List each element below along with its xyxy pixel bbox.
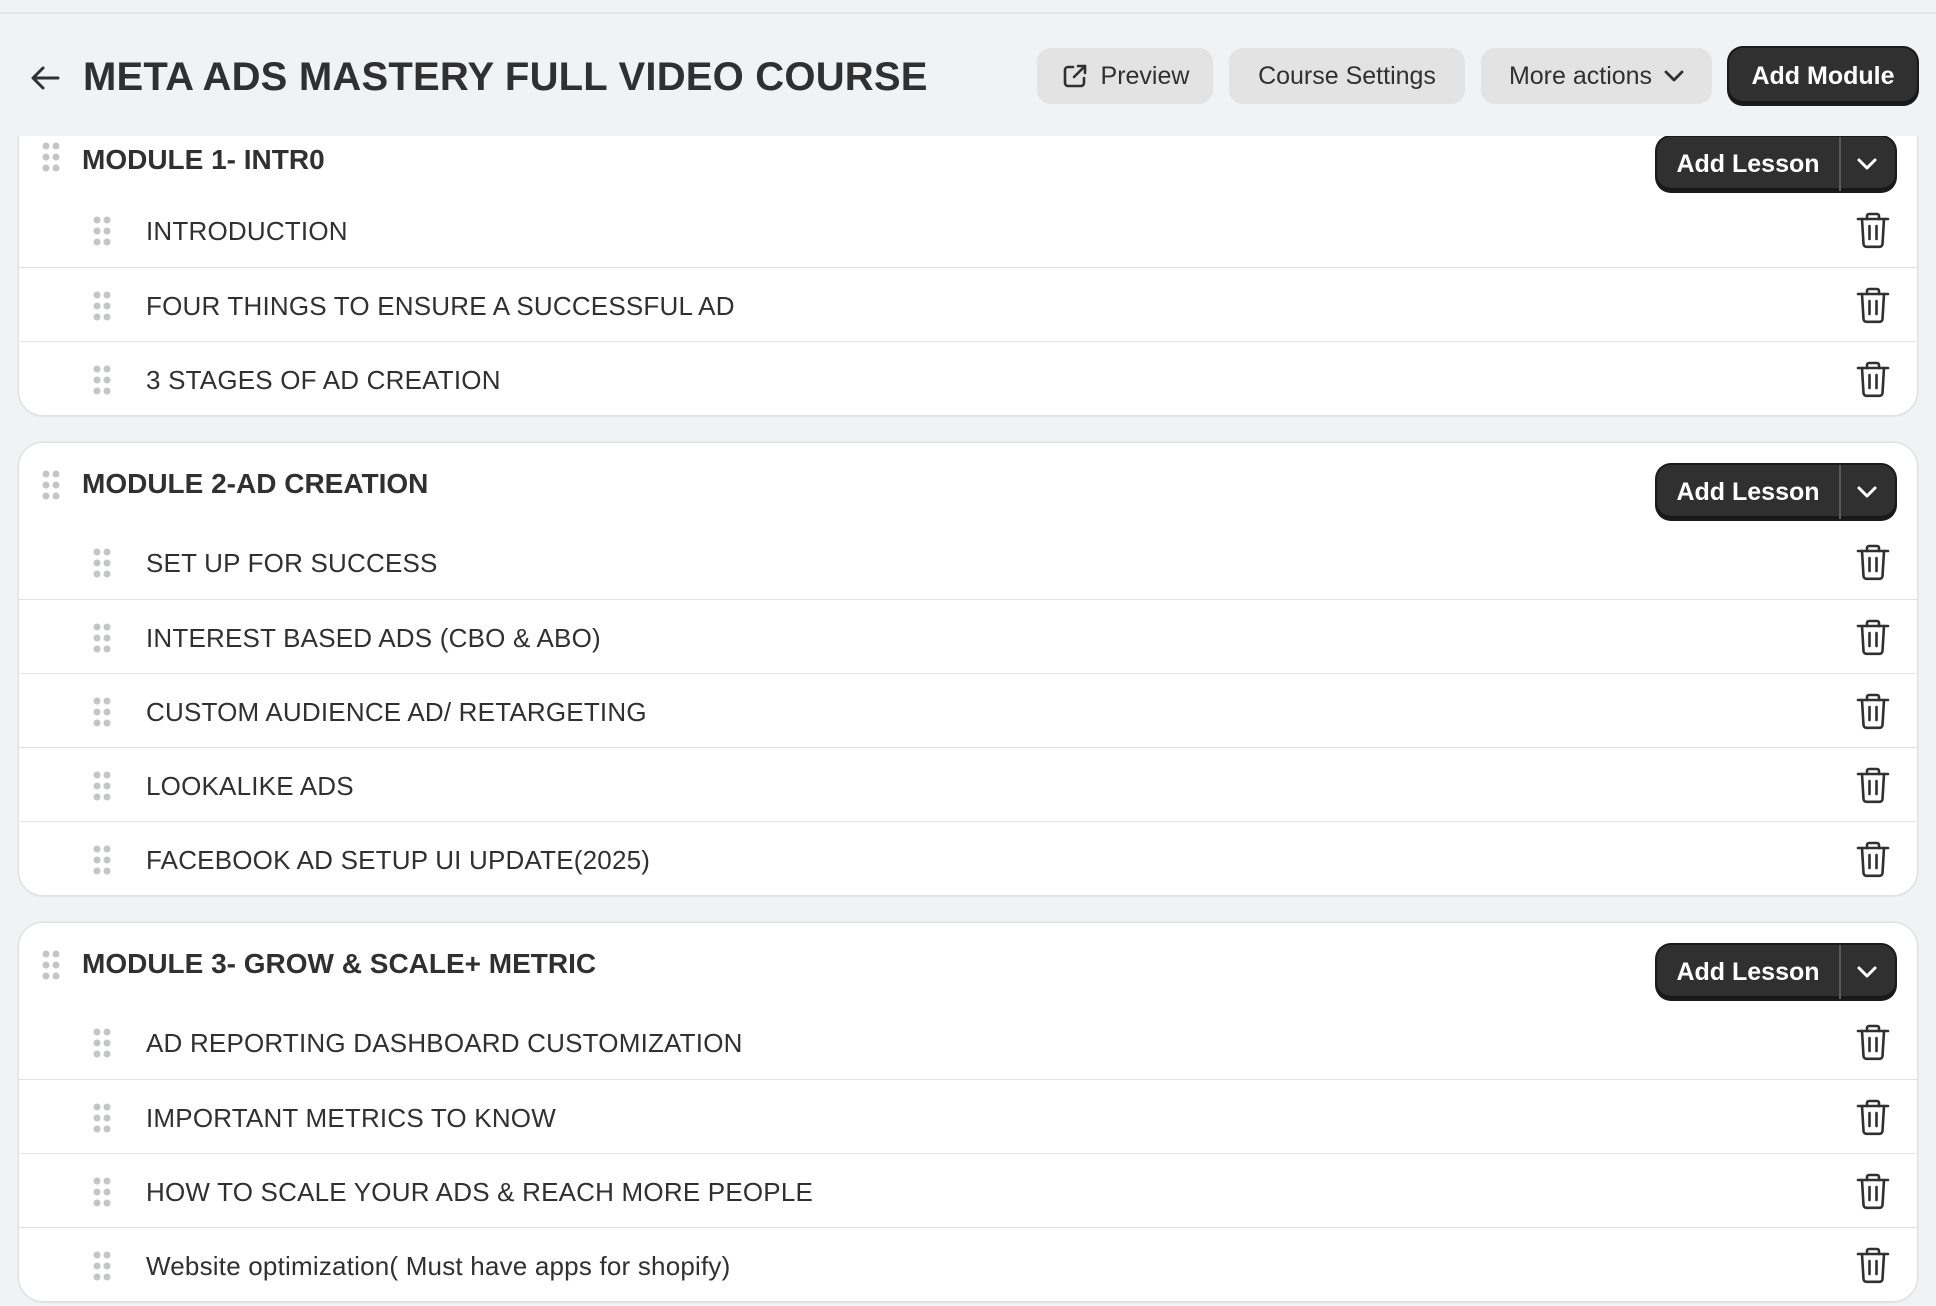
more-actions-button[interactable]: More actions xyxy=(1481,48,1712,104)
drag-handle-icon[interactable] xyxy=(41,949,61,986)
lesson-title[interactable]: HOW TO SCALE YOUR ADS & REACH MORE PEOPL… xyxy=(146,1176,813,1208)
trash-icon[interactable] xyxy=(1855,543,1891,581)
lesson-title[interactable]: INTRODUCTION xyxy=(146,215,348,247)
page-header: META ADS MASTERY FULL VIDEO COURSE Previ… xyxy=(0,16,1936,136)
lesson-title[interactable]: Website optimization( Must have apps for… xyxy=(146,1250,730,1282)
module-header: MODULE 2-AD CREATION Add Lesson xyxy=(19,443,1917,525)
trash-icon[interactable] xyxy=(1855,1246,1891,1284)
drag-handle-icon[interactable] xyxy=(92,844,112,881)
drag-handle-icon[interactable] xyxy=(92,1027,112,1064)
add-lesson-split-button[interactable]: Add Lesson xyxy=(1657,945,1895,999)
add-lesson-split-button[interactable]: Add Lesson xyxy=(1657,465,1895,519)
top-divider xyxy=(0,0,1936,14)
lesson-title[interactable]: IMPORTANT METRICS TO KNOW xyxy=(146,1102,556,1134)
lesson-row[interactable]: FOUR THINGS TO ENSURE A SUCCESSFUL AD xyxy=(19,267,1917,341)
page-title: META ADS MASTERY FULL VIDEO COURSE xyxy=(83,55,928,99)
drag-handle-icon[interactable] xyxy=(92,215,112,252)
module-title: MODULE 2-AD CREATION xyxy=(82,468,429,499)
lesson-row[interactable]: Website optimization( Must have apps for… xyxy=(19,1227,1917,1301)
trash-icon[interactable] xyxy=(1855,211,1891,249)
lesson-row[interactable]: INTEREST BASED ADS (CBO & ABO) xyxy=(19,599,1917,673)
drag-handle-icon[interactable] xyxy=(92,770,112,807)
chevron-down-icon[interactable] xyxy=(1841,137,1893,191)
lesson-title[interactable]: CUSTOM AUDIENCE AD/ RETARGETING xyxy=(146,696,647,728)
course-settings-button[interactable]: Course Settings xyxy=(1229,48,1465,104)
trash-icon[interactable] xyxy=(1855,1172,1891,1210)
trash-icon[interactable] xyxy=(1855,1023,1891,1061)
chevron-down-icon[interactable] xyxy=(1841,945,1893,999)
lesson-title[interactable]: FACEBOOK AD SETUP UI UPDATE(2025) xyxy=(146,844,650,876)
trash-icon[interactable] xyxy=(1855,360,1891,398)
add-lesson-button[interactable]: Add Lesson xyxy=(1657,465,1841,519)
trash-icon[interactable] xyxy=(1855,840,1891,878)
trash-icon[interactable] xyxy=(1855,618,1891,656)
drag-handle-icon[interactable] xyxy=(92,290,112,327)
module-card-3: MODULE 3- GROW & SCALE+ METRIC Add Lesso… xyxy=(19,923,1917,1301)
module-header: MODULE 3- GROW & SCALE+ METRIC Add Lesso… xyxy=(19,923,1917,1005)
lesson-row[interactable]: LOOKALIKE ADS xyxy=(19,747,1917,821)
drag-handle-icon[interactable] xyxy=(92,696,112,733)
add-lesson-split-button[interactable]: Add Lesson xyxy=(1657,137,1895,191)
lesson-list: SET UP FOR SUCCESS INTEREST BASED ADS (C… xyxy=(19,525,1917,895)
trash-icon[interactable] xyxy=(1855,766,1891,804)
lesson-row[interactable]: AD REPORTING DASHBOARD CUSTOMIZATION xyxy=(19,1005,1917,1079)
module-title: MODULE 3- GROW & SCALE+ METRIC xyxy=(82,948,597,979)
trash-icon[interactable] xyxy=(1855,1098,1891,1136)
add-lesson-button[interactable]: Add Lesson xyxy=(1657,945,1841,999)
trash-icon[interactable] xyxy=(1855,692,1891,730)
drag-handle-icon[interactable] xyxy=(41,469,61,506)
lesson-list: AD REPORTING DASHBOARD CUSTOMIZATION IMP… xyxy=(19,1005,1917,1301)
module-card-2: MODULE 2-AD CREATION Add Lesson SET UP F… xyxy=(19,443,1917,895)
preview-button[interactable]: Preview xyxy=(1037,48,1213,104)
lesson-row[interactable]: HOW TO SCALE YOUR ADS & REACH MORE PEOPL… xyxy=(19,1153,1917,1227)
drag-handle-icon[interactable] xyxy=(92,547,112,584)
lesson-title[interactable]: AD REPORTING DASHBOARD CUSTOMIZATION xyxy=(146,1027,743,1059)
lesson-row[interactable]: CUSTOM AUDIENCE AD/ RETARGETING xyxy=(19,673,1917,747)
add-module-button[interactable]: Add Module xyxy=(1729,48,1917,104)
lesson-title[interactable]: INTEREST BASED ADS (CBO & ABO) xyxy=(146,622,601,654)
lesson-row[interactable]: 3 STAGES OF AD CREATION xyxy=(19,341,1917,415)
trash-icon[interactable] xyxy=(1855,286,1891,324)
chevron-down-icon[interactable] xyxy=(1841,465,1893,519)
lesson-title[interactable]: 3 STAGES OF AD CREATION xyxy=(146,364,501,396)
drag-handle-icon[interactable] xyxy=(41,141,61,178)
drag-handle-icon[interactable] xyxy=(92,1176,112,1213)
more-actions-label: More actions xyxy=(1508,61,1653,90)
drag-handle-icon[interactable] xyxy=(92,364,112,401)
lesson-row[interactable]: INTRODUCTION xyxy=(19,193,1917,267)
module-title: MODULE 1- INTR0 xyxy=(82,144,325,175)
lesson-row[interactable]: SET UP FOR SUCCESS xyxy=(19,525,1917,599)
add-lesson-button[interactable]: Add Lesson xyxy=(1657,137,1841,191)
drag-handle-icon[interactable] xyxy=(92,1102,112,1139)
preview-label: Preview xyxy=(1100,61,1190,90)
lesson-row[interactable]: IMPORTANT METRICS TO KNOW xyxy=(19,1079,1917,1153)
external-link-icon xyxy=(1061,62,1089,90)
lesson-row[interactable]: FACEBOOK AD SETUP UI UPDATE(2025) xyxy=(19,821,1917,895)
lesson-list: INTRODUCTION FOUR THINGS TO ENSURE A SUC… xyxy=(19,193,1917,415)
lesson-title[interactable]: SET UP FOR SUCCESS xyxy=(146,547,438,579)
drag-handle-icon[interactable] xyxy=(92,1250,112,1287)
lesson-title[interactable]: FOUR THINGS TO ENSURE A SUCCESSFUL AD xyxy=(146,290,735,322)
chevron-down-icon xyxy=(1664,70,1684,82)
arrow-left-icon[interactable] xyxy=(28,60,64,96)
lesson-title[interactable]: LOOKALIKE ADS xyxy=(146,770,354,802)
drag-handle-icon[interactable] xyxy=(92,622,112,659)
module-card-1: MODULE 1- INTR0 Add Lesson INTRODUCTION … xyxy=(19,117,1917,415)
